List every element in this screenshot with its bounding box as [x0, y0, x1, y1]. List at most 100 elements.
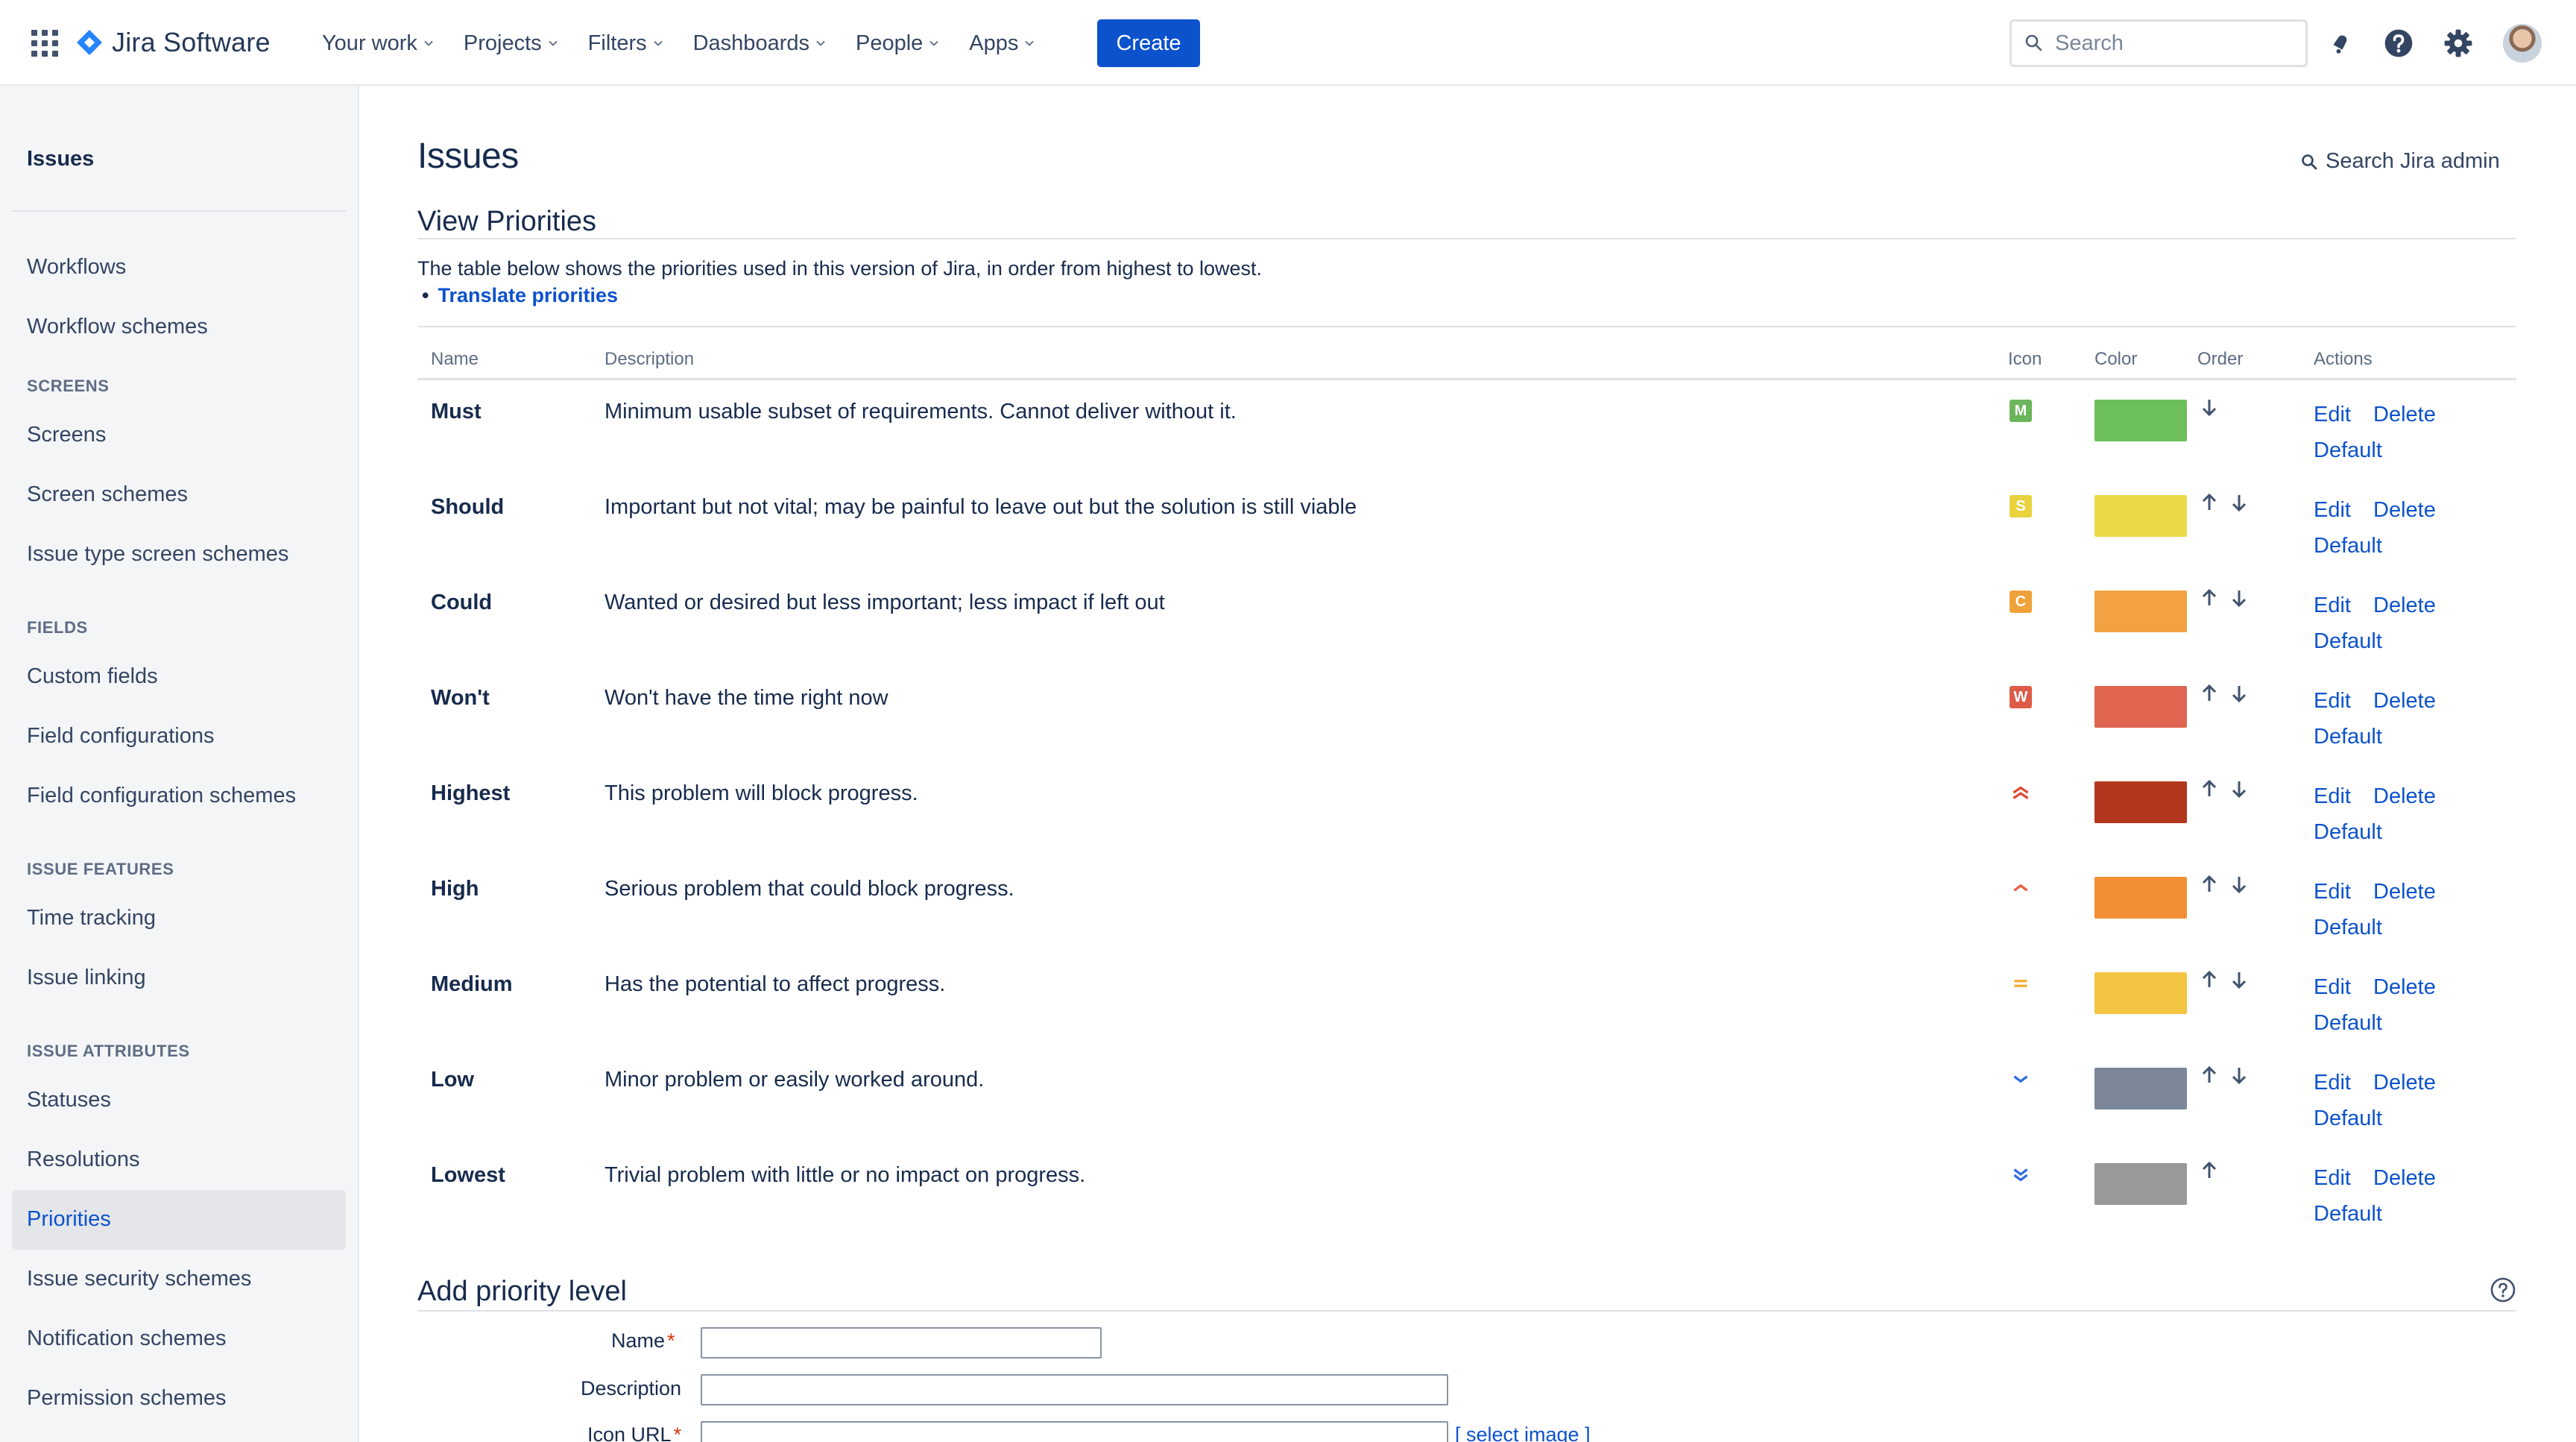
- sidebar-item-issue-security-schemes[interactable]: Issue security schemes: [27, 1267, 251, 1291]
- top-navigation: Jira Software Your work Projects Filters Da…: [0, 0, 2576, 86]
- sidebar-item-field-configurations[interactable]: Field configurations: [27, 724, 214, 749]
- priority-name: Low: [431, 1068, 474, 1092]
- priority-medium-icon: [2008, 971, 2033, 996]
- set-default-link[interactable]: Default: [2314, 725, 2382, 749]
- move-up-arrow-icon[interactable]: [2197, 777, 2221, 801]
- delete-link[interactable]: Delete: [2373, 689, 2436, 714]
- sidebar-item-issue-linking[interactable]: Issue linking: [27, 966, 146, 990]
- letter-w-icon: W: [2008, 684, 2033, 710]
- help-icon[interactable]: [2490, 1276, 2516, 1303]
- move-down-arrow-icon[interactable]: [2227, 777, 2251, 801]
- priority-name: Could: [431, 591, 493, 614]
- sidebar-item-statuses[interactable]: Statuses: [27, 1088, 111, 1112]
- move-up-arrow-icon[interactable]: [2197, 968, 2221, 992]
- delete-link[interactable]: Delete: [2373, 784, 2436, 809]
- edit-link[interactable]: Edit: [2314, 975, 2351, 1000]
- help-icon[interactable]: [2381, 25, 2416, 61]
- set-default-link[interactable]: Default: [2314, 629, 2382, 654]
- set-default-link[interactable]: Default: [2314, 1106, 2382, 1131]
- move-up-arrow-icon[interactable]: [2197, 681, 2221, 705]
- move-up-arrow-icon[interactable]: [2197, 1063, 2221, 1087]
- set-default-link[interactable]: Default: [2314, 438, 2382, 463]
- move-down-arrow-icon[interactable]: [2227, 681, 2251, 705]
- move-up-arrow-icon[interactable]: [2197, 586, 2221, 610]
- delete-link[interactable]: Delete: [2373, 975, 2436, 1000]
- priority-name: Highest: [431, 781, 511, 805]
- jira-logo[interactable]: Jira Software: [75, 25, 271, 60]
- move-up-arrow-icon[interactable]: [2197, 872, 2221, 896]
- nav-item-label: Apps: [969, 31, 1019, 55]
- move-down-arrow-icon[interactable]: [2227, 1063, 2251, 1087]
- nav-item-your-work[interactable]: Your work: [322, 31, 434, 56]
- priority-name: High: [431, 877, 479, 901]
- bullet: •: [422, 284, 429, 306]
- sidebar-item-custom-fields[interactable]: Custom fields: [27, 664, 158, 689]
- move-up-arrow-icon[interactable]: [2197, 1159, 2221, 1183]
- edit-link[interactable]: Edit: [2314, 689, 2351, 714]
- move-down-arrow-icon[interactable]: [2227, 491, 2251, 514]
- delete-link[interactable]: Delete: [2373, 594, 2436, 618]
- sidebar-item-screen-schemes[interactable]: Screen schemes: [27, 482, 188, 507]
- nav-item-filters[interactable]: Filters: [588, 31, 663, 56]
- description-field[interactable]: [701, 1374, 1448, 1405]
- delete-link[interactable]: Delete: [2373, 880, 2436, 904]
- delete-link[interactable]: Delete: [2373, 498, 2436, 523]
- sidebar-item-notification-schemes[interactable]: Notification schemes: [27, 1326, 227, 1351]
- move-down-arrow-icon[interactable]: [2227, 872, 2251, 896]
- edit-link[interactable]: Edit: [2314, 498, 2351, 523]
- priority-icon-letter: W: [2010, 686, 2032, 708]
- edit-link[interactable]: Edit: [2314, 784, 2351, 809]
- sidebar-item-field-configuration-schemes[interactable]: Field configuration schemes: [27, 784, 296, 808]
- move-down-arrow-icon[interactable]: [2227, 586, 2251, 610]
- select-image-link[interactable]: [ select image ]: [1455, 1423, 1591, 1442]
- move-up-arrow-icon[interactable]: [2197, 491, 2221, 514]
- edit-link[interactable]: Edit: [2314, 880, 2351, 904]
- set-default-link[interactable]: Default: [2314, 1011, 2382, 1036]
- sidebar-item-priorities[interactable]: Priorities: [27, 1207, 111, 1232]
- search-box[interactable]: [2010, 19, 2308, 67]
- sidebar-item-issue-type-screen-schemes[interactable]: Issue type screen schemes: [27, 542, 288, 567]
- sidebar-item-time-tracking[interactable]: Time tracking: [27, 906, 156, 931]
- letter-s-icon: S: [2008, 494, 2033, 519]
- icon-url-field[interactable]: [701, 1421, 1448, 1442]
- sidebar-item-permission-schemes[interactable]: Permission schemes: [27, 1386, 227, 1411]
- delete-link[interactable]: Delete: [2373, 403, 2436, 427]
- edit-link[interactable]: Edit: [2314, 403, 2351, 427]
- set-default-link[interactable]: Default: [2314, 534, 2382, 558]
- create-button[interactable]: Create: [1097, 19, 1200, 67]
- nav-item-people[interactable]: People: [856, 31, 939, 56]
- sidebar-item-workflow-schemes[interactable]: Workflow schemes: [27, 315, 208, 339]
- sidebar-item-workflows[interactable]: Workflows: [27, 255, 126, 280]
- settings-gear-icon[interactable]: [2440, 25, 2476, 61]
- search-input[interactable]: [2055, 31, 2279, 56]
- search-jira-admin-label: Search Jira admin: [2326, 149, 2500, 173]
- priority-name: Should: [431, 495, 505, 519]
- translate-priorities-link[interactable]: Translate priorities: [438, 284, 618, 306]
- chevron-down-icon: [816, 40, 825, 46]
- set-default-link[interactable]: Default: [2314, 916, 2382, 940]
- move-down-arrow-icon[interactable]: [2197, 395, 2221, 419]
- table-row: High Serious problem that could block pro…: [417, 862, 2516, 957]
- search-jira-admin-link[interactable]: Search Jira admin: [2300, 149, 2500, 174]
- edit-link[interactable]: Edit: [2314, 594, 2351, 618]
- nav-item-apps[interactable]: Apps: [969, 31, 1035, 56]
- delete-link[interactable]: Delete: [2373, 1166, 2436, 1191]
- notifications-icon[interactable]: [2323, 25, 2358, 61]
- nav-item-dashboards[interactable]: Dashboards: [693, 31, 826, 56]
- admin-sidebar: Issues Workflows Workflow schemes SCREENS S…: [0, 86, 359, 1442]
- app-switcher-icon[interactable]: [31, 30, 58, 57]
- page-title: Issues: [417, 136, 519, 176]
- nav-item-projects[interactable]: Projects: [464, 31, 558, 56]
- edit-link[interactable]: Edit: [2314, 1071, 2351, 1095]
- set-default-link[interactable]: Default: [2314, 1202, 2382, 1227]
- user-avatar[interactable]: [2503, 24, 2542, 63]
- move-down-arrow-icon[interactable]: [2227, 968, 2251, 992]
- edit-link[interactable]: Edit: [2314, 1166, 2351, 1191]
- chevron-down-icon: [1025, 40, 1035, 46]
- sidebar-item-resolutions[interactable]: Resolutions: [27, 1147, 140, 1172]
- sidebar-item-screens[interactable]: Screens: [27, 423, 106, 447]
- name-field[interactable]: [701, 1327, 1102, 1358]
- delete-link[interactable]: Delete: [2373, 1071, 2436, 1095]
- priority-color-swatch: [2094, 400, 2187, 441]
- set-default-link[interactable]: Default: [2314, 820, 2382, 845]
